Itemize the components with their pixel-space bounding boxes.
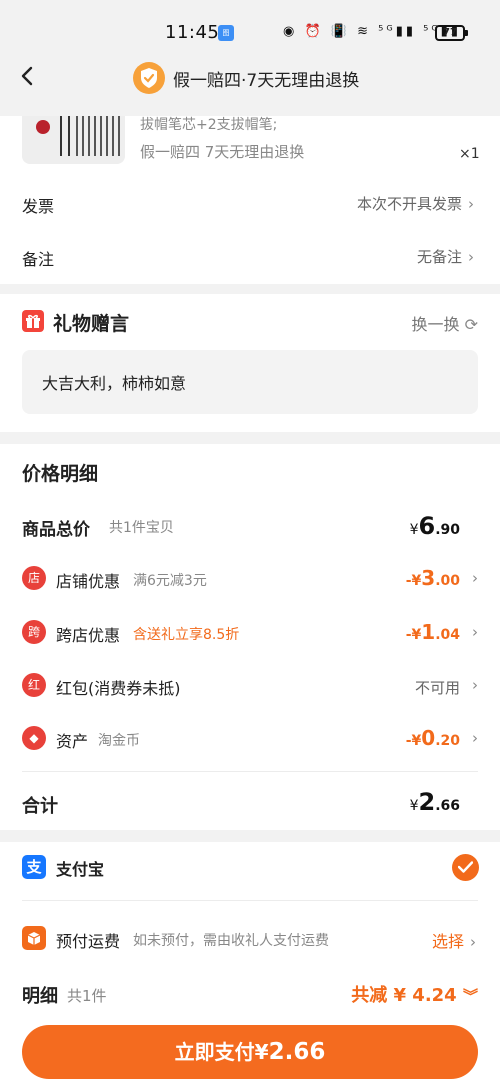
total-amount: ¥2.66	[409, 788, 460, 816]
assets-source: 淘金币	[98, 733, 140, 749]
assets-amount[interactable]: -¥0.20	[406, 726, 460, 750]
chevron-right-icon: ›	[468, 195, 474, 213]
red-packet-icon: 红	[22, 673, 46, 697]
app-badge-icon: 图	[218, 25, 234, 41]
prepay-select-button[interactable]: 选择 ›	[432, 928, 476, 952]
back-arrow-icon[interactable]	[16, 64, 40, 88]
gift-title: 礼物赠言	[53, 313, 130, 335]
assets-tag-icon: ◆	[22, 726, 46, 750]
detail-label: 明细	[22, 986, 58, 1007]
chevron-down-double-icon: ︾	[462, 987, 478, 1005]
assets-label: 资产	[56, 732, 89, 751]
cross-discount-amount[interactable]: -¥1.04	[406, 620, 460, 644]
goods-total-count: 共1件宝贝	[109, 520, 174, 536]
invoice-value[interactable]: 本次不开具发票 ›	[357, 193, 474, 214]
cross-discount-label: 跨店优惠	[56, 626, 121, 645]
refresh-icon: ⟳	[464, 315, 478, 334]
product-guarantee: 假一赔四 7天无理由退换	[140, 143, 305, 161]
alipay-icon: 支	[22, 855, 46, 879]
cross-store-icon: 跨	[22, 620, 46, 644]
invoice-value-text: 本次不开具发票	[356, 195, 462, 213]
pay-now-button[interactable]: 立即支付¥2.66	[22, 1025, 478, 1079]
divider	[22, 900, 478, 901]
shop-discount-amount[interactable]: -¥3.00	[406, 566, 460, 590]
alipay-label[interactable]: 支付宝	[56, 856, 104, 880]
shop-icon: 店	[22, 566, 46, 590]
page-title: 假一赔四·7天无理由退换	[173, 71, 360, 91]
pay-button-label: 立即支付¥	[174, 1040, 269, 1064]
red-packet-label: 红包(消费券未抵)	[56, 679, 181, 698]
remark-value[interactable]: 无备注 ›	[417, 246, 474, 267]
order-confirm-screen: { "status_bar": { "time": "11:45", "app_…	[0, 0, 500, 1085]
shield-check-icon	[133, 62, 165, 94]
gift-message-text: 大吉大利，柿柿如意	[42, 374, 187, 393]
pay-button-amount: 2.66	[268, 1039, 326, 1065]
product-thumbnail[interactable]	[22, 116, 125, 164]
swap-message-button[interactable]: 换一换 ⟳	[411, 311, 478, 335]
gift-message-box[interactable]: 大吉大利，柿柿如意	[22, 350, 478, 414]
product-description: 拔帽笔芯+2支拔帽笔;	[140, 117, 278, 133]
battery-icon: 77	[435, 25, 468, 41]
chevron-right-icon: ›	[472, 729, 478, 747]
chevron-right-icon: ›	[472, 569, 478, 587]
detail-count: 共1件	[67, 987, 107, 1005]
red-packet-value[interactable]: 不可用	[415, 677, 460, 698]
detail-toggle[interactable]: 共减 ¥ 4.24 ︾	[351, 981, 478, 1007]
shipping-box-icon	[22, 926, 46, 950]
total-label: 合计	[22, 796, 58, 817]
status-time: 11:45	[165, 22, 220, 43]
prepay-select-label: 选择	[431, 932, 464, 951]
swap-label: 换一换	[411, 315, 460, 334]
chevron-right-icon: ›	[470, 933, 476, 951]
nav-header: 假一赔四·7天无理由退换	[0, 56, 500, 116]
goods-total-label: 商品总价	[22, 520, 90, 540]
total-saved: 共减 ¥ 4.24	[351, 985, 457, 1006]
status-bar: 11:45 图 ◉ ⏰ 📳 ≋ ⁵ᴳ▮▮ ⁵ᴳ▮▮ 77	[0, 0, 500, 60]
prepay-shipping-note: 如未预付，需由收礼人支付运费	[133, 933, 329, 949]
divider	[22, 771, 478, 772]
shop-discount-rule: 满6元减3元	[133, 573, 207, 589]
chevron-right-icon: ›	[472, 676, 478, 694]
chevron-right-icon: ›	[472, 623, 478, 641]
remark-value-text: 无备注	[416, 248, 462, 266]
price-detail-title: 价格明细	[22, 463, 99, 485]
remark-label: 备注	[22, 250, 55, 269]
product-quantity: ×1	[459, 146, 480, 162]
goods-total-amount: ¥6.90	[409, 512, 460, 540]
chevron-right-icon: ›	[468, 248, 474, 266]
selected-check-icon[interactable]	[452, 854, 479, 881]
invoice-label: 发票	[22, 197, 55, 216]
cross-discount-rule: 含送礼立享8.5折	[133, 627, 240, 643]
gift-icon	[22, 310, 44, 332]
shop-discount-label: 店铺优惠	[56, 572, 121, 591]
prepay-shipping-label: 预付运费	[56, 932, 121, 951]
